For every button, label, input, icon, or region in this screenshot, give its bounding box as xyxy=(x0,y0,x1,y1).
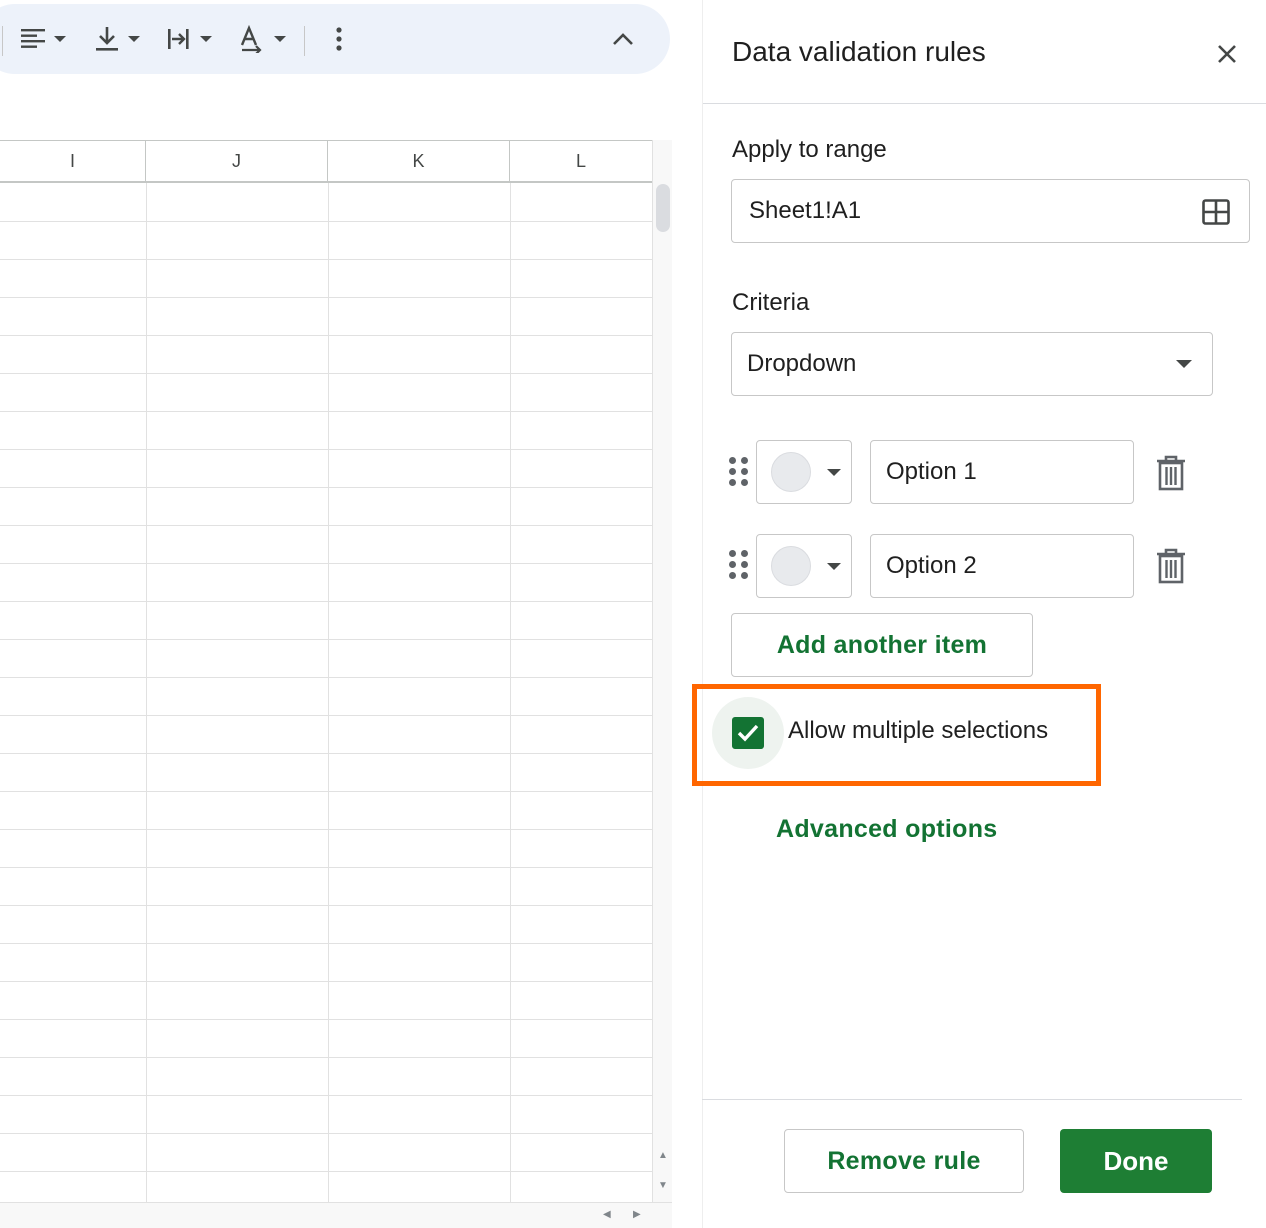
option-value: Option 1 xyxy=(886,458,977,485)
vertical-scrollbar[interactable]: ▲ ▼ xyxy=(652,140,672,1202)
done-button[interactable]: Done xyxy=(1060,1129,1212,1193)
divider xyxy=(703,103,1266,104)
scroll-up-icon[interactable]: ▲ xyxy=(658,1150,668,1161)
row-line xyxy=(0,335,652,336)
row-line xyxy=(0,259,652,260)
toolbar xyxy=(0,4,670,74)
add-item-button[interactable]: Add another item xyxy=(731,613,1033,677)
row-line xyxy=(0,791,652,792)
row-line xyxy=(0,601,652,602)
chevron-up-icon xyxy=(613,33,633,45)
remove-rule-button[interactable]: Remove rule xyxy=(784,1129,1024,1193)
cell-rows[interactable] xyxy=(0,183,652,1203)
more-vert-icon xyxy=(336,27,342,51)
chevron-down-icon xyxy=(128,36,140,42)
column-line xyxy=(146,183,147,1203)
row-line xyxy=(0,943,652,944)
criteria-value: Dropdown xyxy=(747,350,857,377)
chevron-down-icon xyxy=(200,36,212,42)
drag-handle-icon[interactable] xyxy=(729,457,749,487)
text-rotation-icon xyxy=(240,25,262,53)
check-icon xyxy=(737,724,759,742)
chevron-down-icon xyxy=(54,36,66,42)
scroll-down-icon[interactable]: ▼ xyxy=(658,1180,668,1191)
column-header[interactable]: J xyxy=(146,141,328,181)
text-wrap-button[interactable] xyxy=(166,4,212,74)
dropdown-arrow-icon xyxy=(827,562,841,570)
row-line xyxy=(0,715,652,716)
toolbar-divider xyxy=(2,26,3,56)
row-line xyxy=(0,487,652,488)
range-value: Sheet1!A1 xyxy=(749,197,862,224)
apply-range-label: Apply to range xyxy=(732,136,887,163)
row-line xyxy=(0,297,652,298)
horizontal-scrollbar[interactable]: ◀ ▶ xyxy=(0,1202,672,1228)
data-validation-panel: Data validation rules Apply to range She… xyxy=(702,0,1266,1228)
row-line xyxy=(0,449,652,450)
text-wrap-icon xyxy=(168,29,189,49)
dropdown-arrow-icon xyxy=(1176,360,1192,368)
row-line xyxy=(0,373,652,374)
align-left-icon xyxy=(21,29,45,48)
row-line xyxy=(0,563,652,564)
row-line xyxy=(0,1133,652,1134)
column-header[interactable]: K xyxy=(328,141,510,181)
trash-icon[interactable] xyxy=(1154,455,1188,491)
column-line xyxy=(510,183,511,1203)
horizontal-align-button[interactable] xyxy=(20,4,66,74)
column-line xyxy=(328,183,329,1203)
column-header-row: I J K L xyxy=(0,141,652,183)
advanced-options-button[interactable]: Advanced options xyxy=(776,815,998,844)
row-line xyxy=(0,867,652,868)
criteria-select[interactable]: Dropdown xyxy=(731,332,1213,396)
range-input[interactable]: Sheet1!A1 xyxy=(731,179,1250,243)
row-line xyxy=(0,1057,652,1058)
row-line xyxy=(0,525,652,526)
row-line xyxy=(0,639,652,640)
option-color-picker[interactable] xyxy=(756,534,852,598)
color-swatch xyxy=(771,546,811,586)
color-swatch xyxy=(771,452,811,492)
row-line xyxy=(0,411,652,412)
row-line xyxy=(0,1095,652,1096)
drag-handle-icon[interactable] xyxy=(729,550,749,580)
scroll-right-icon[interactable]: ▶ xyxy=(633,1209,641,1220)
dropdown-arrow-icon xyxy=(827,468,841,476)
trash-icon[interactable] xyxy=(1154,548,1188,584)
footer-divider xyxy=(702,1099,1242,1100)
toolbar-divider xyxy=(304,26,305,56)
option-input[interactable]: Option 1 xyxy=(870,440,1134,504)
vertical-align-button[interactable] xyxy=(94,4,140,74)
column-header[interactable]: L xyxy=(510,141,652,181)
row-line xyxy=(0,753,652,754)
scrollbar-thumb[interactable] xyxy=(656,184,670,232)
row-line xyxy=(0,1019,652,1020)
text-rotation-button[interactable] xyxy=(238,4,286,74)
allow-multiple-label[interactable]: Allow multiple selections xyxy=(788,717,1048,745)
grid-select-icon[interactable] xyxy=(1202,199,1230,225)
more-options-button[interactable] xyxy=(334,4,344,74)
collapse-toolbar-button[interactable] xyxy=(612,4,634,74)
criteria-label: Criteria xyxy=(732,289,810,316)
row-line xyxy=(0,1171,652,1172)
option-color-picker[interactable] xyxy=(756,440,852,504)
row-line xyxy=(0,981,652,982)
scroll-left-icon[interactable]: ◀ xyxy=(603,1209,611,1220)
option-value: Option 2 xyxy=(886,552,977,579)
row-line xyxy=(0,677,652,678)
allow-multiple-checkbox[interactable] xyxy=(732,717,764,749)
panel-title: Data validation rules xyxy=(732,36,986,67)
close-button[interactable] xyxy=(1211,38,1243,70)
sheet-area: I J K L ▲ ▼ ◀ ▶ xyxy=(0,0,672,1228)
chevron-down-icon xyxy=(274,36,286,42)
spreadsheet-grid[interactable]: I J K L xyxy=(0,140,652,1203)
option-input[interactable]: Option 2 xyxy=(870,534,1134,598)
row-line xyxy=(0,221,652,222)
row-line xyxy=(0,905,652,906)
row-line xyxy=(0,829,652,830)
close-icon xyxy=(1218,45,1236,63)
column-header[interactable]: I xyxy=(0,141,146,181)
vertical-align-icon xyxy=(96,27,118,51)
